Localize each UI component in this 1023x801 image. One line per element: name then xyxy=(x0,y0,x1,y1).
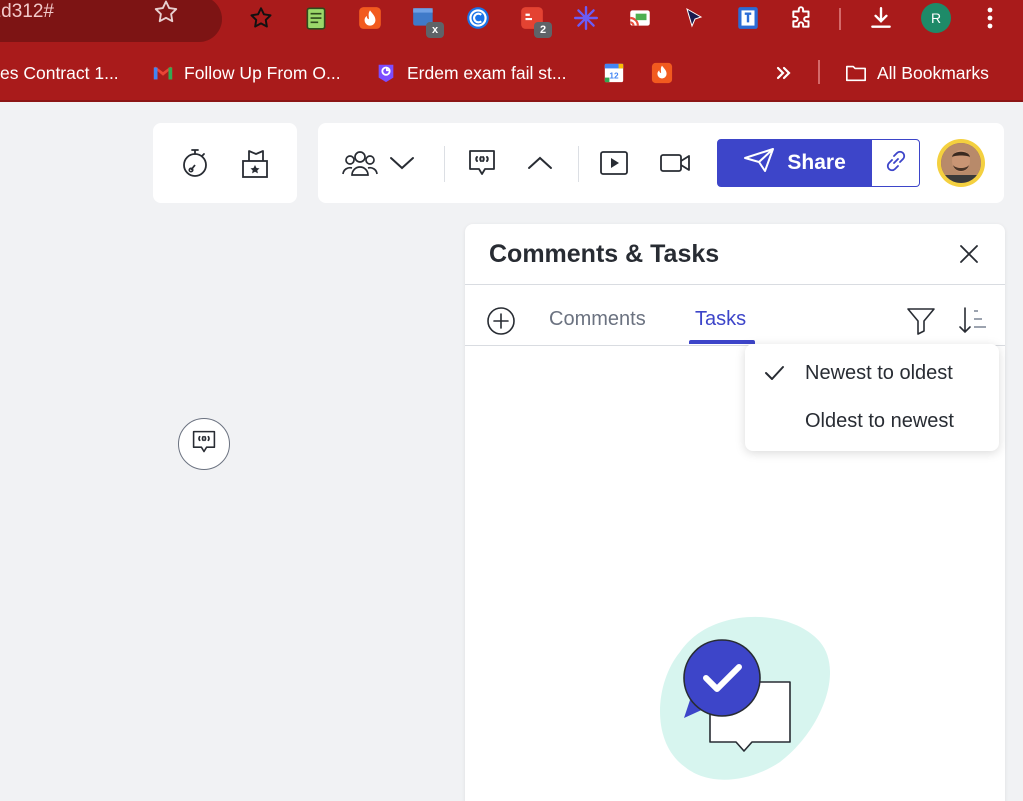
calendar-icon: 12 xyxy=(603,62,625,84)
filter-icon[interactable] xyxy=(905,304,937,336)
fire-icon xyxy=(651,62,673,84)
cursor-extension-icon[interactable] xyxy=(680,4,708,32)
link-icon xyxy=(883,148,909,179)
address-bar[interactable]: 32d312# xyxy=(0,0,222,42)
sort-option-label: Oldest to newest xyxy=(805,410,954,432)
checkmark-icon xyxy=(763,362,785,384)
sort-option-label: Newest to oldest xyxy=(805,362,953,384)
close-icon[interactable] xyxy=(955,240,983,268)
address-bar-url[interactable]: 32d312# xyxy=(0,1,54,23)
bookmarks-bar: es Contract 1... Follow Up From O... Erd… xyxy=(0,44,1023,102)
kebab-menu-icon[interactable] xyxy=(976,4,1004,32)
sort-icon[interactable] xyxy=(957,304,989,336)
star-extension-icon[interactable] xyxy=(247,4,275,32)
share-main-button[interactable]: Share xyxy=(718,140,871,186)
timer-icon[interactable] xyxy=(179,147,211,179)
cast-extension-icon[interactable] xyxy=(626,4,654,32)
comment-icon xyxy=(191,429,217,460)
extension-badge: 2 xyxy=(534,22,552,38)
toolbar-divider xyxy=(578,146,579,182)
t-extension-icon[interactable] xyxy=(734,4,762,32)
window-extension-icon[interactable]: x xyxy=(410,4,444,38)
bookmark-star-icon[interactable] xyxy=(152,0,180,26)
sort-dropdown: Newest to oldest Oldest to newest xyxy=(745,344,999,451)
extensions-puzzle-icon[interactable] xyxy=(788,4,816,32)
bookmark-calendar[interactable]: 12 xyxy=(603,60,635,86)
tab-tasks[interactable]: Tasks xyxy=(695,308,746,331)
fire-extension-icon[interactable] xyxy=(356,4,384,32)
video-camera-icon[interactable] xyxy=(658,147,692,179)
chart-pie-icon xyxy=(375,62,397,84)
extension-badge: x xyxy=(426,22,444,38)
c-extension-icon[interactable] xyxy=(464,4,492,32)
download-icon[interactable] xyxy=(867,4,895,32)
toolbar-divider xyxy=(444,146,445,182)
gmail-icon xyxy=(152,62,174,84)
chevron-up-icon[interactable] xyxy=(526,151,554,175)
sort-option-newest[interactable]: Newest to oldest xyxy=(745,350,999,396)
bookmark-label: Erdem exam fail st... xyxy=(407,62,567,83)
toolbar-separator xyxy=(839,8,841,30)
bookmark-follow-up[interactable]: Follow Up From O... xyxy=(152,60,341,86)
user-avatar[interactable] xyxy=(937,139,985,187)
panel-header-divider xyxy=(465,284,1005,285)
bookmarks-separator xyxy=(818,60,820,84)
all-bookmarks-button[interactable]: All Bookmarks xyxy=(845,60,989,86)
copy-link-button[interactable] xyxy=(871,140,919,186)
sort-option-oldest[interactable]: Oldest to newest xyxy=(745,398,999,444)
collaborators-icon[interactable] xyxy=(340,147,380,179)
add-circle-icon[interactable] xyxy=(486,306,516,336)
share-label: Share xyxy=(787,151,846,174)
user-photo xyxy=(941,143,981,183)
todoist-extension-icon[interactable]: 2 xyxy=(518,4,552,38)
bookmark-label: Follow Up From O... xyxy=(184,62,341,83)
all-bookmarks-label: All Bookmarks xyxy=(877,62,989,83)
active-tab-indicator xyxy=(689,340,755,344)
tab-comments[interactable]: Comments xyxy=(549,308,646,331)
profile-avatar[interactable]: R xyxy=(921,3,951,33)
bookmark-erdem[interactable]: Erdem exam fail st... xyxy=(375,60,567,86)
bookmark-label: es Contract 1... xyxy=(0,62,119,83)
comment-icon[interactable] xyxy=(466,147,498,179)
empty-tasks-illustration xyxy=(640,612,831,782)
share-button[interactable]: Share xyxy=(717,139,920,187)
left-toolbar xyxy=(153,123,297,203)
bookmark-contract[interactable]: es Contract 1... xyxy=(0,60,119,86)
calendar-day-number: 12 xyxy=(609,72,619,81)
ballot-box-icon[interactable] xyxy=(239,147,271,179)
bookmark-fire[interactable] xyxy=(651,60,683,86)
canvas-comment-marker[interactable] xyxy=(178,418,230,470)
folder-icon xyxy=(845,62,867,84)
presentation-play-icon[interactable] xyxy=(598,147,630,179)
chevron-down-icon[interactable] xyxy=(388,151,416,175)
panel-title: Comments & Tasks xyxy=(489,240,720,268)
burst-extension-icon[interactable] xyxy=(572,4,600,32)
more-bookmarks-chevron-icon[interactable] xyxy=(774,60,794,86)
browser-toolbar: 32d312# x 2 R xyxy=(0,0,1023,44)
paper-plane-icon xyxy=(743,147,775,179)
notes-extension-icon[interactable] xyxy=(302,4,330,32)
